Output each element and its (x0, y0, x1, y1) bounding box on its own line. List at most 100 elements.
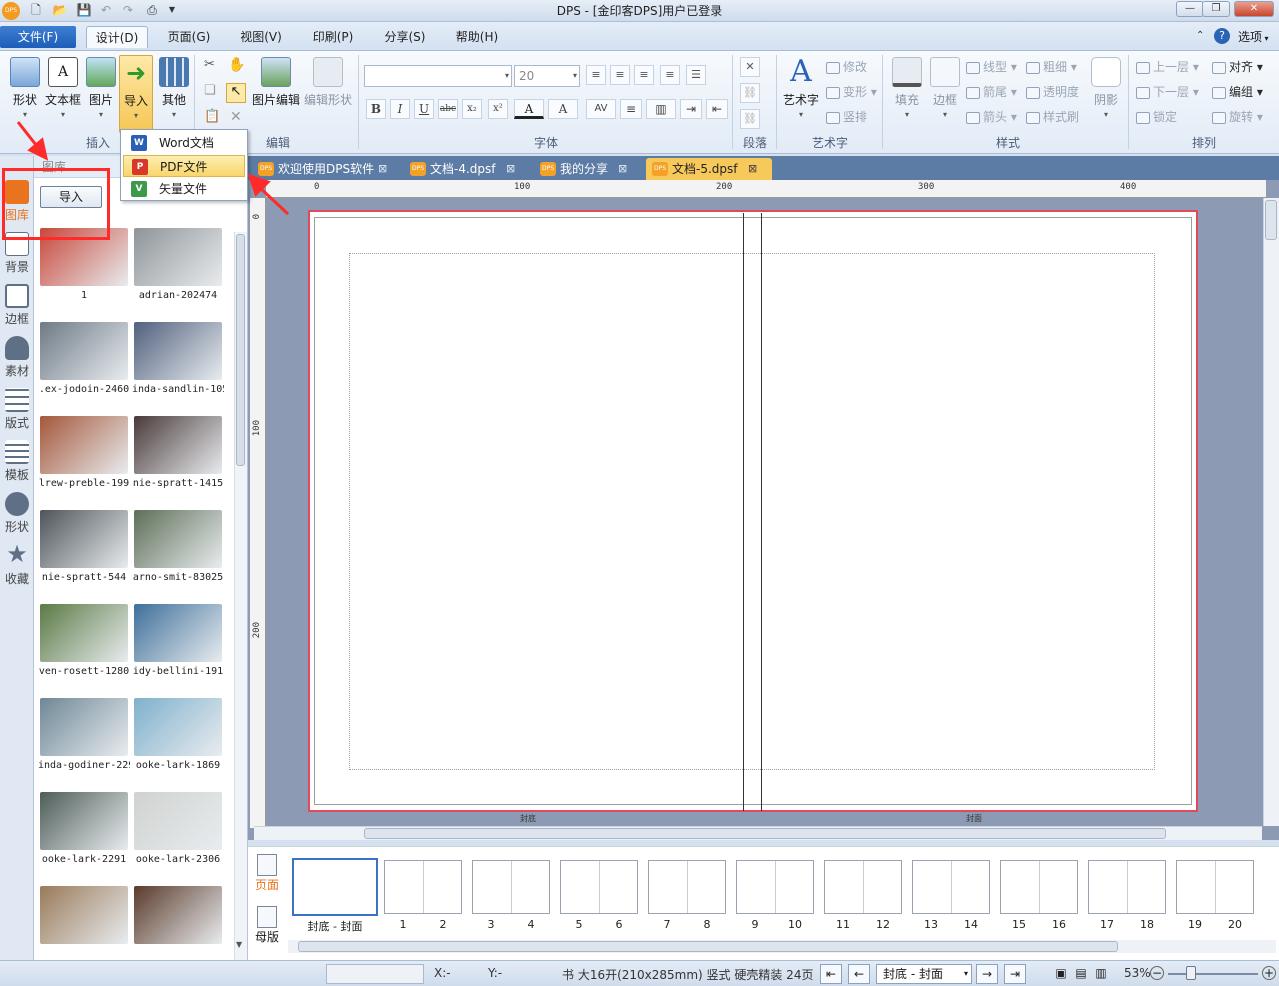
strikethrough-button[interactable]: abc (438, 99, 458, 119)
spread-thumbnail[interactable] (648, 860, 726, 914)
pages-tab[interactable]: 页面 (252, 852, 282, 896)
gallery-thumbnail[interactable] (134, 604, 222, 662)
hand-tool-icon[interactable]: ✋ (228, 57, 245, 73)
picture-button[interactable]: 图片 ▾ (82, 55, 120, 129)
gallery-scroll-thumb[interactable] (236, 234, 245, 466)
spread-thumbnail[interactable] (292, 858, 378, 916)
columns-button[interactable]: ▥ (646, 99, 676, 119)
align-left-button[interactable]: ≡ (586, 65, 606, 85)
gallery-thumbnail[interactable] (40, 322, 128, 380)
gallery-thumbnail[interactable] (134, 698, 222, 756)
group-button[interactable]: 编组 ▾ (1212, 82, 1263, 102)
close-tab-icon[interactable]: ⊠ (618, 158, 627, 180)
link-button[interactable]: ⛓ (740, 83, 760, 103)
spread-thumbnail[interactable] (1000, 860, 1078, 914)
gallery-thumbnail[interactable] (134, 416, 222, 474)
vertical-ruler[interactable]: 0 100 200 (250, 198, 266, 828)
next-page-button[interactable]: → (976, 964, 998, 984)
bold-button[interactable]: B (366, 99, 386, 119)
gallery-thumbnail[interactable] (40, 510, 128, 568)
import-word-item[interactable]: W Word文档 (123, 132, 245, 154)
text-flow-button[interactable]: ✕ (740, 57, 760, 77)
close-tab-icon[interactable]: ⊠ (748, 158, 757, 180)
options-button[interactable]: 选项 ▾ (1238, 28, 1269, 45)
gallery-thumbnail[interactable] (40, 886, 128, 944)
rail-border[interactable]: 边框 (0, 280, 34, 332)
paste-icon[interactable]: 📋 (204, 109, 220, 124)
select-tool-icon[interactable]: ↖ (226, 83, 246, 103)
bring-forward-button[interactable]: 上一层 ▾ (1136, 57, 1199, 77)
zoom-out-icon[interactable]: − (1150, 966, 1164, 980)
tab-design[interactable]: 设计(D) (86, 26, 148, 48)
canvas-vertical-scrollbar[interactable] (1263, 198, 1279, 826)
delete-icon[interactable]: ✕ (230, 109, 242, 125)
gallery-thumbnail[interactable] (40, 698, 128, 756)
spread-thumbnail[interactable] (912, 860, 990, 914)
spread-thumbnail[interactable] (1088, 860, 1166, 914)
spread-thumbnail[interactable] (736, 860, 814, 914)
image-edit-button[interactable]: 图片编辑 (252, 55, 300, 129)
scroll-down-icon[interactable]: ▼ (236, 940, 242, 949)
rail-favorites[interactable]: ★ 收藏 (0, 540, 34, 592)
textbox-button[interactable]: A 文本框 ▾ (44, 55, 82, 129)
tab-help[interactable]: 帮助(H) (448, 26, 506, 48)
highlight-button[interactable]: A (548, 99, 578, 119)
file-menu-tab[interactable]: 文件(F) (0, 26, 76, 48)
gallery-thumbnail[interactable] (134, 886, 222, 944)
outdent-button[interactable]: ⇤ (706, 99, 728, 119)
fill-button[interactable]: 填充 ▾ (888, 55, 926, 129)
rail-material[interactable]: 素材 (0, 332, 34, 384)
strip-scroll-thumb[interactable] (298, 941, 1118, 952)
line-end-button[interactable]: 箭尾 ▾ (966, 82, 1017, 102)
lock-button[interactable]: 锁定 (1136, 107, 1177, 127)
tab-page[interactable]: 页面(G) (160, 26, 218, 48)
edit-shape-button[interactable]: 编辑形状 (302, 55, 354, 129)
spread-thumbnail[interactable] (384, 860, 462, 914)
gallery-thumbnail[interactable] (134, 228, 222, 286)
style-brush-button[interactable]: 样式刷 (1026, 107, 1079, 127)
italic-button[interactable]: I (390, 99, 410, 119)
import-vector-item[interactable]: V 矢量文件 (123, 178, 245, 200)
first-page-button[interactable]: ⇤ (820, 964, 842, 984)
last-page-button[interactable]: ⇥ (1004, 964, 1026, 984)
gallery-thumbnail[interactable] (40, 416, 128, 474)
send-backward-button[interactable]: 下一层 ▾ (1136, 82, 1199, 102)
import-pdf-item[interactable]: P PDF文件 (123, 155, 245, 177)
font-color-button[interactable]: A (514, 99, 544, 119)
indent-button[interactable]: ⇥ (680, 99, 702, 119)
rail-template[interactable]: 模板 (0, 436, 34, 488)
other-button[interactable]: 其他 ▾ (155, 55, 193, 129)
help-icon[interactable]: ? (1214, 28, 1230, 44)
border-button[interactable]: 边框 ▾ (926, 55, 964, 129)
transparency-button[interactable]: 透明度 (1026, 82, 1079, 102)
import-button[interactable]: ➜ 导入 ▾ (119, 55, 153, 133)
line-type-button[interactable]: 线型 ▾ (966, 57, 1017, 77)
font-family-select[interactable]: ▾ (364, 65, 512, 87)
gallery-thumbnail[interactable] (134, 510, 222, 568)
arrow-head-button[interactable]: 箭头 ▾ (966, 107, 1017, 127)
copy-icon[interactable]: ❏ (204, 83, 216, 98)
justify-button[interactable]: ≡ (660, 65, 680, 85)
align-right-button[interactable]: ≡ (634, 65, 654, 85)
master-tab[interactable]: 母版 (252, 904, 282, 948)
rotate-button[interactable]: 旋转 ▾ (1212, 107, 1263, 127)
maximize-button[interactable]: ❐ (1202, 1, 1230, 17)
doc-tab-share[interactable]: DPS 我的分享 ⊠ (534, 158, 636, 180)
close-window-button[interactable]: ✕ (1234, 1, 1274, 17)
cut-icon[interactable]: ✂ (204, 57, 215, 72)
art-modify-button[interactable]: 修改 (826, 57, 867, 77)
gallery-thumbnail[interactable] (40, 792, 128, 850)
close-tab-icon[interactable]: ⊠ (506, 158, 515, 180)
rail-layout[interactable]: 版式 (0, 384, 34, 436)
shadow-button[interactable]: 阴影 ▾ (1088, 55, 1124, 129)
gallery-thumbnail[interactable] (134, 792, 222, 850)
doc-tab-doc5[interactable]: DPS 文档-5.dpsf ⊠ (646, 158, 772, 180)
font-size-select[interactable]: 20 ▾ (514, 65, 580, 87)
minimize-button[interactable]: — (1176, 1, 1204, 17)
thickness-button[interactable]: 粗细 ▾ (1026, 57, 1077, 77)
underline-button[interactable]: U (414, 99, 434, 119)
close-tab-icon[interactable]: ⊠ (378, 158, 387, 180)
double-page-icon[interactable]: ▥ (1090, 964, 1112, 984)
tab-print[interactable]: 印刷(P) (304, 26, 362, 48)
tab-view[interactable]: 视图(V) (232, 26, 290, 48)
